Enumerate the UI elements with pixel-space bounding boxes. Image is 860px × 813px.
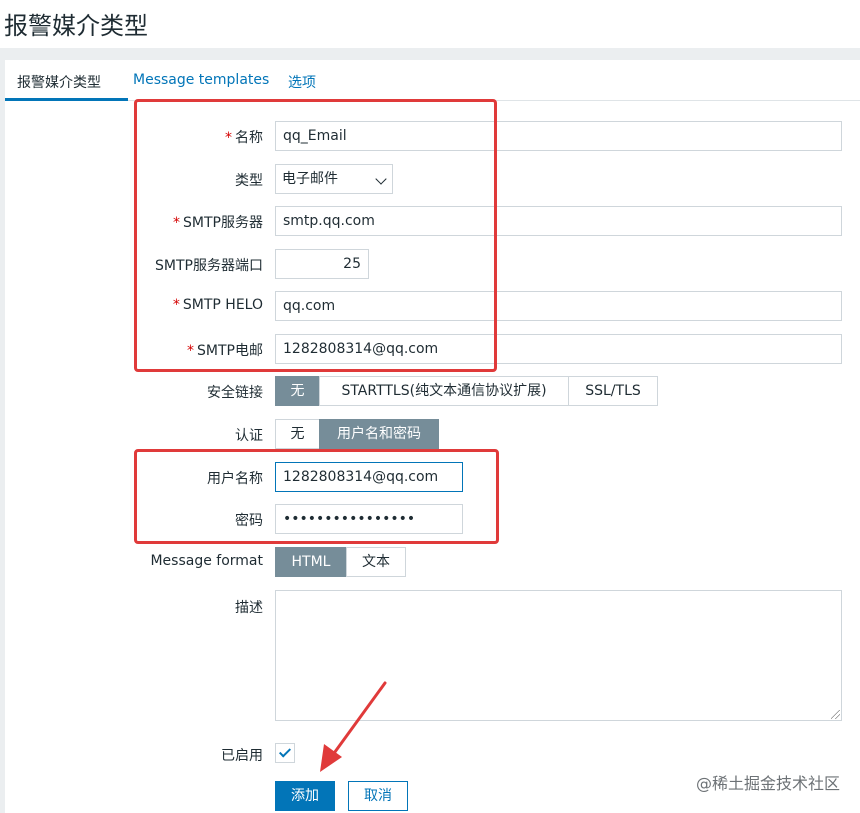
add-button[interactable]: 添加 <box>275 781 335 811</box>
security-none-button[interactable]: 无 <box>275 376 320 406</box>
message-format-label: Message format <box>150 553 263 569</box>
active-tab-indicator <box>5 98 128 101</box>
tab-options[interactable]: 选项 <box>288 72 316 92</box>
form-container: 报警媒介类型 Message templates 选项 *名称 类型 电子邮件 … <box>5 60 860 813</box>
auth-label: 认证 <box>235 428 263 444</box>
page-header: 报警媒介类型 <box>0 0 860 48</box>
page-title: 报警媒介类型 <box>4 12 148 40</box>
auth-user-pass-button[interactable]: 用户名和密码 <box>319 419 439 449</box>
description-label: 描述 <box>235 600 263 616</box>
enabled-label: 已启用 <box>221 748 263 764</box>
security-starttls-button[interactable]: STARTTLS(纯文本通信协议扩展) <box>319 376 569 406</box>
tab-media-type[interactable]: 报警媒介类型 <box>17 72 101 92</box>
check-icon <box>278 745 292 758</box>
auth-segmented: 无 用户名和密码 <box>275 419 439 449</box>
enabled-checkbox[interactable] <box>275 743 295 763</box>
format-html-button[interactable]: HTML <box>275 547 347 577</box>
annotation-arrow-icon <box>320 681 387 772</box>
message-format-segmented: HTML 文本 <box>275 547 406 577</box>
security-segmented: 无 STARTTLS(纯文本通信协议扩展) SSL/TLS <box>275 376 658 406</box>
cancel-button[interactable]: 取消 <box>348 781 408 811</box>
tab-message-templates[interactable]: Message templates <box>133 72 269 88</box>
format-text-button[interactable]: 文本 <box>346 547 406 577</box>
security-ssl-tls-button[interactable]: SSL/TLS <box>568 376 658 406</box>
annotation-box-credentials <box>134 449 499 544</box>
auth-none-button[interactable]: 无 <box>275 419 320 449</box>
security-label: 安全链接 <box>207 385 263 401</box>
resize-grip-icon[interactable] <box>831 710 840 719</box>
tab-bar: 报警媒介类型 Message templates 选项 <box>5 60 860 101</box>
watermark: @稀土掘金技术社区 <box>695 774 840 793</box>
annotation-box-smtp <box>134 99 497 372</box>
